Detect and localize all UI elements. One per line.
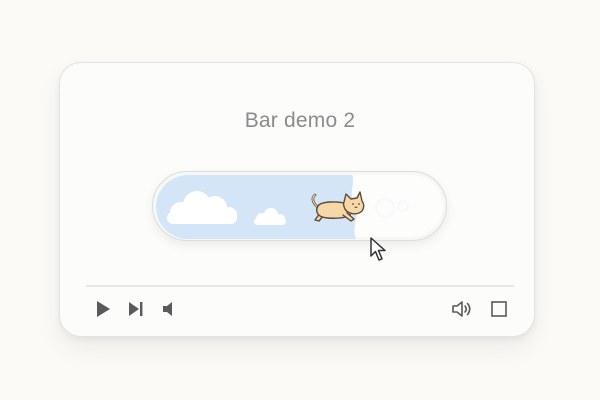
fullscreen-icon [491, 301, 507, 317]
stage: Bar demo 2 [0, 0, 600, 400]
skip-next-button[interactable] [126, 299, 146, 319]
volume-button[interactable] [160, 299, 180, 319]
volume-high-button[interactable] [451, 299, 471, 319]
controls-divider [86, 285, 514, 287]
play-icon [97, 301, 110, 317]
volume-high-icon [452, 301, 471, 317]
fullscreen-button[interactable] [489, 299, 509, 319]
mouse-cursor-icon [370, 237, 386, 261]
progress-bar[interactable] [152, 171, 447, 241]
sparkle-trail [375, 198, 409, 218]
skip-next-icon [129, 302, 143, 316]
play-button[interactable] [93, 299, 113, 319]
player-title: Bar demo 2 [244, 109, 356, 132]
progress-bar-graphic [156, 175, 409, 239]
volume-low-icon [163, 302, 172, 316]
